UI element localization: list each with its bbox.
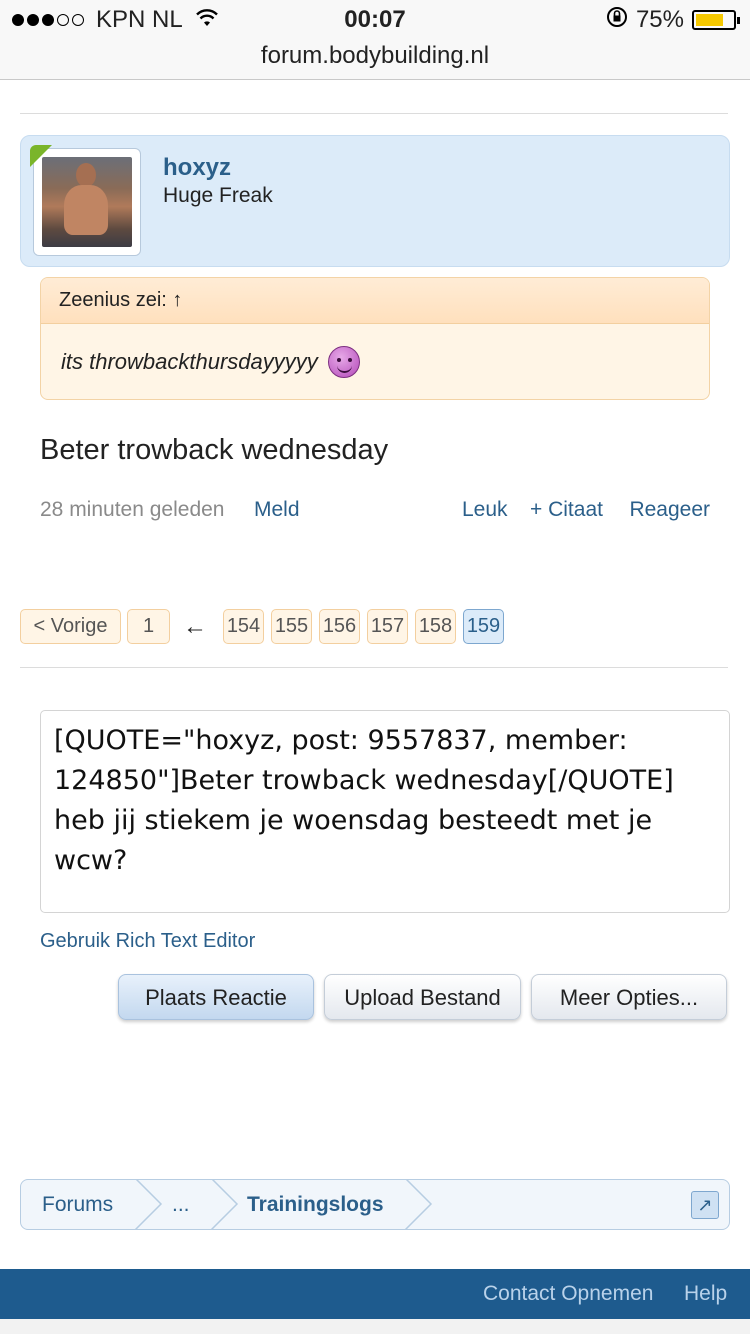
username-link[interactable]: hoxyz <box>163 154 231 182</box>
contact-link[interactable]: Contact Opnemen <box>483 1282 653 1306</box>
breadcrumb-item[interactable]: Forums <box>42 1193 113 1217</box>
post-meta: 28 minuten geleden Meld Leuk + Citaat Re… <box>40 498 710 526</box>
quote-block: Zeenius zei: ↑ its throwbackthursdayyyyy <box>40 277 710 400</box>
breadcrumb-item-current[interactable]: Trainingslogs <box>247 1193 384 1217</box>
user-title: Huge Freak <box>163 184 273 207</box>
reply-textarea[interactable]: [QUOTE="hoxyz, post: 9557837, member: 12… <box>40 710 730 913</box>
help-link[interactable]: Help <box>684 1282 727 1306</box>
breadcrumb-item[interactable]: ... <box>172 1193 190 1217</box>
breadcrumb-separator-icon <box>404 1180 433 1229</box>
prev-page-button[interactable]: < Vorige <box>20 609 121 644</box>
quote-link[interactable]: + Citaat <box>530 498 603 522</box>
page-button[interactable]: 155 <box>271 609 312 644</box>
breadcrumb: Forums ... Trainingslogs ↗ <box>20 1179 730 1230</box>
divider <box>20 667 728 668</box>
page-button[interactable]: 156 <box>319 609 360 644</box>
page-button[interactable]: 154 <box>223 609 264 644</box>
quote-header[interactable]: Zeenius zei: ↑ <box>41 278 709 324</box>
page-button[interactable]: 157 <box>367 609 408 644</box>
post-author-block: hoxyz Huge Freak <box>20 135 730 267</box>
quote-text: its throwbackthursdayyyyy <box>61 349 318 374</box>
page-button[interactable]: 158 <box>415 609 456 644</box>
divider <box>20 113 728 114</box>
page-jump-arrow-icon[interactable]: ← <box>183 609 207 644</box>
footer: Contact Opnemen Help <box>0 1269 750 1319</box>
battery-percent: 75% <box>635 6 684 33</box>
current-page-button[interactable]: 159 <box>463 609 504 644</box>
status-bar: KPN NL 00:07 75% forum.bodybuilding.nl <box>0 0 750 80</box>
smiley-icon <box>327 346 360 378</box>
report-link[interactable]: Meld <box>254 498 300 522</box>
rich-text-editor-link[interactable]: Gebruik Rich Text Editor <box>40 930 255 953</box>
breadcrumb-separator-icon <box>134 1180 163 1229</box>
post-time[interactable]: 28 minuten geleden <box>40 498 224 522</box>
battery-icon <box>692 10 740 30</box>
breadcrumb-separator-icon <box>210 1180 239 1229</box>
address-bar[interactable]: forum.bodybuilding.nl <box>0 42 750 70</box>
upload-file-button[interactable]: Upload Bestand <box>324 974 521 1020</box>
like-link[interactable]: Leuk <box>462 498 508 522</box>
reply-link[interactable]: Reageer <box>629 498 710 522</box>
post-reply-button[interactable]: Plaats Reactie <box>118 974 314 1020</box>
rotation-lock-icon <box>606 6 628 34</box>
quote-body: its throwbackthursdayyyyy <box>41 324 709 399</box>
online-indicator-icon <box>30 145 52 167</box>
bottom-strip <box>0 1319 750 1334</box>
external-link-icon[interactable]: ↗ <box>691 1191 719 1219</box>
post-message: Beter trowback wednesday <box>40 434 389 466</box>
battery-info: 75% <box>606 6 740 34</box>
more-options-button[interactable]: Meer Opties... <box>531 974 727 1020</box>
page-1-button[interactable]: 1 <box>127 609 170 644</box>
